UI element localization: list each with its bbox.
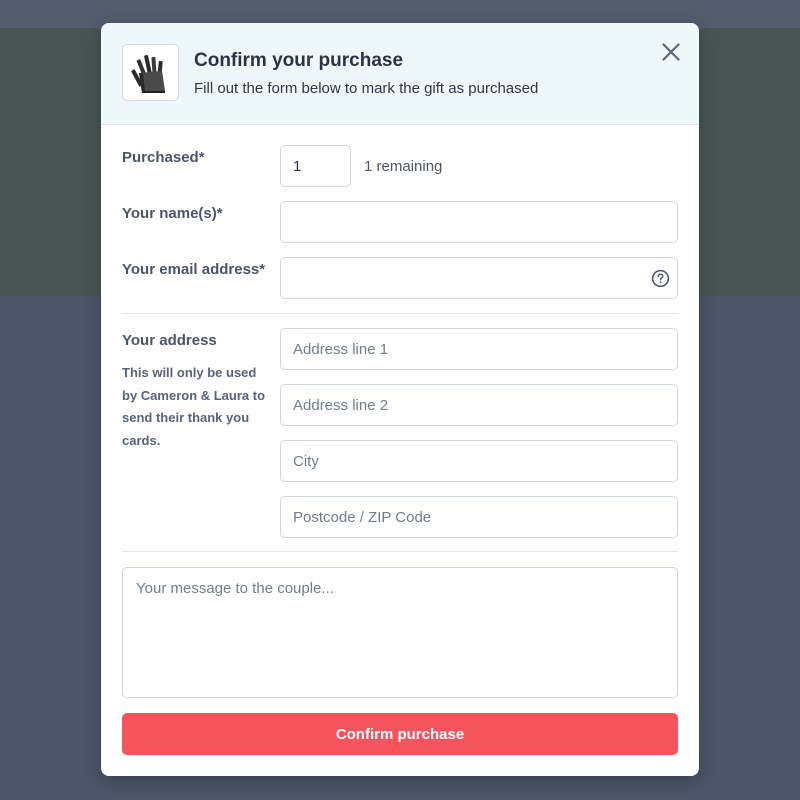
close-icon[interactable]: [662, 43, 680, 61]
address-line2-input[interactable]: [280, 384, 678, 426]
address-line1-input[interactable]: [280, 328, 678, 370]
confirm-purchase-modal: Confirm your purchase Fill out the form …: [101, 23, 699, 776]
modal-subtitle: Fill out the form below to mark the gift…: [194, 80, 539, 97]
postcode-input[interactable]: [280, 496, 678, 538]
knife-block-icon: [130, 54, 165, 93]
section-divider: [122, 551, 678, 552]
section-divider: [122, 313, 678, 314]
confirm-purchase-button[interactable]: Confirm purchase: [122, 713, 678, 755]
remaining-count: 1 remaining: [364, 158, 443, 175]
name-input[interactable]: [280, 201, 678, 243]
message-textarea[interactable]: [122, 567, 678, 698]
close-button[interactable]: [659, 40, 683, 64]
modal-title: Confirm your purchase: [194, 50, 404, 71]
email-input[interactable]: [280, 257, 678, 299]
gift-thumbnail: [122, 44, 179, 101]
purchased-quantity-input[interactable]: [280, 145, 351, 187]
modal-header: Confirm your purchase Fill out the form …: [101, 23, 699, 125]
email-label: Your email address*: [122, 261, 266, 278]
email-help-button[interactable]: [650, 268, 670, 288]
city-input[interactable]: [280, 440, 678, 482]
address-label: Your address: [122, 332, 217, 349]
purchased-label: Purchased*: [122, 149, 205, 166]
name-label: Your name(s)*: [122, 205, 223, 222]
address-hint: This will only be used by Cameron & Laur…: [122, 365, 266, 448]
question-circle-icon[interactable]: [651, 269, 670, 288]
